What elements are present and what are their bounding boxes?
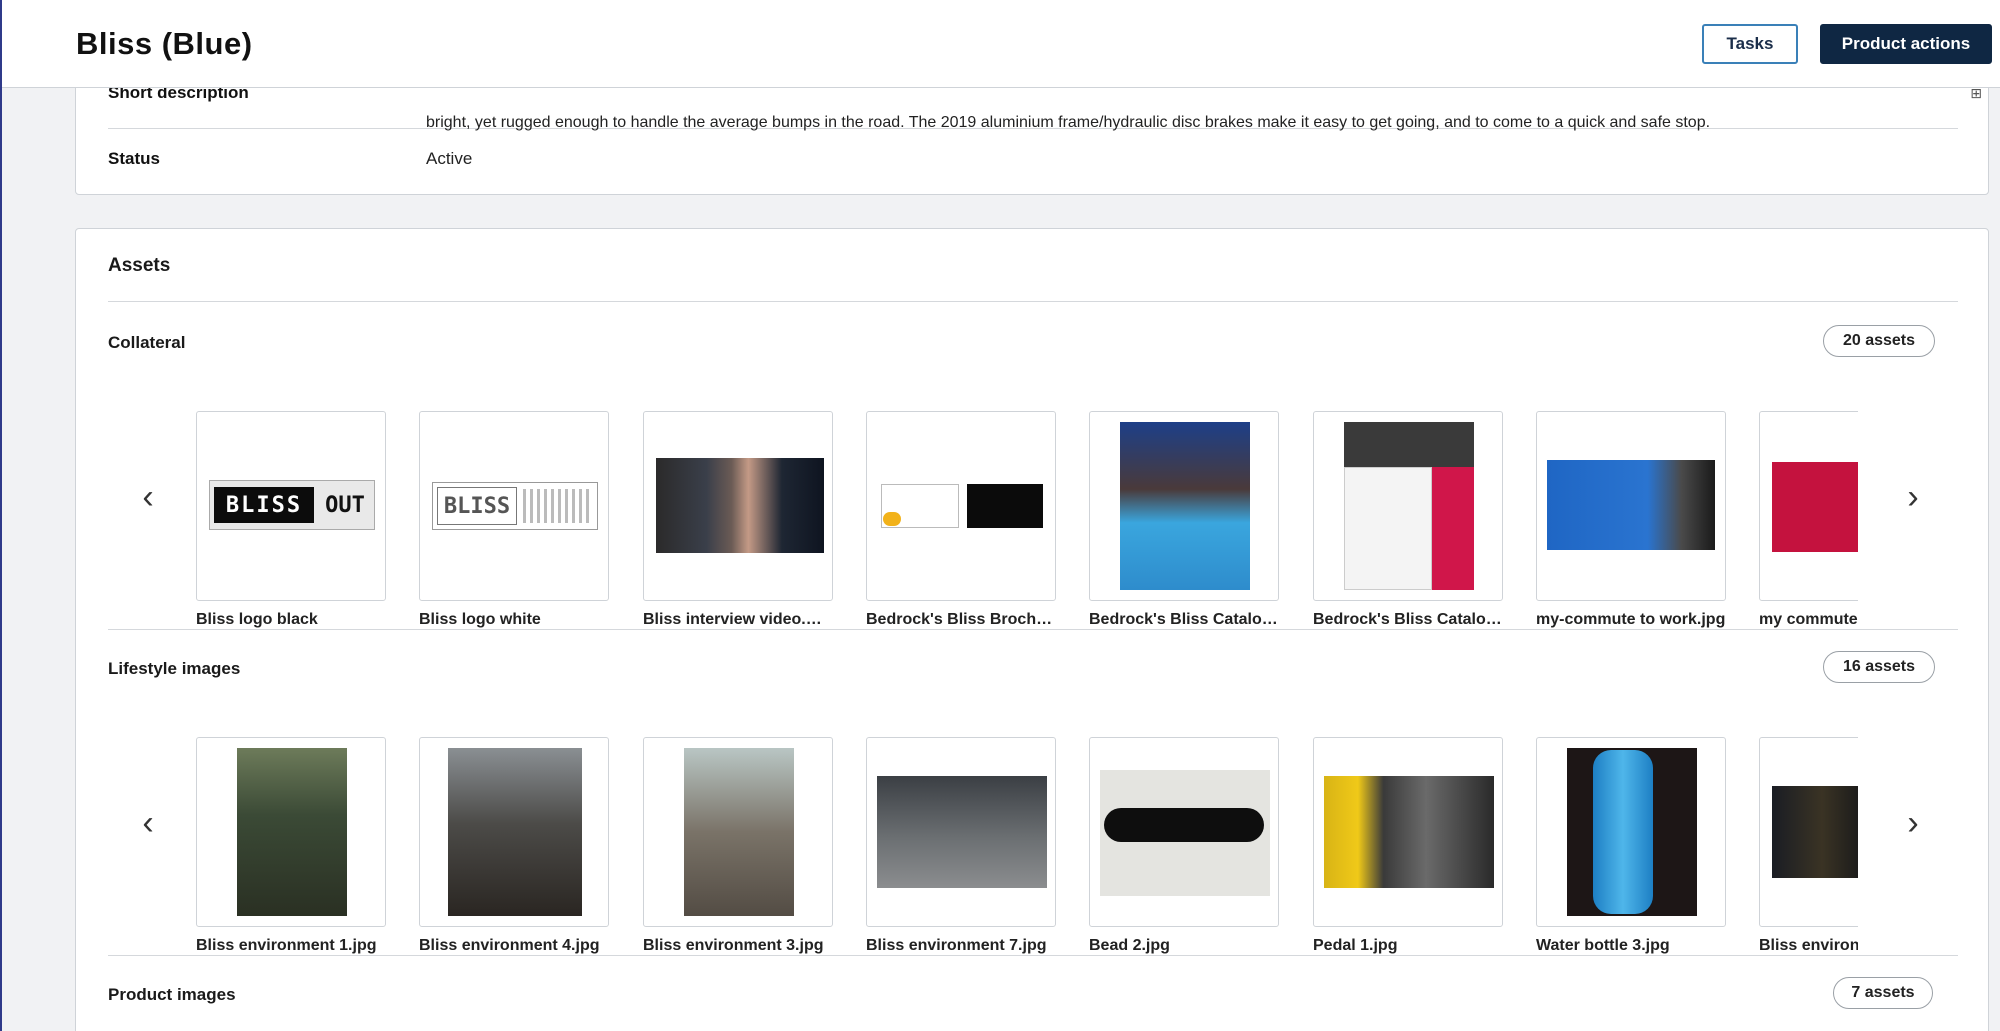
product-images-count-button[interactable]: 7 assets: [1833, 977, 1933, 1009]
lifestyle-count-button[interactable]: 16 assets: [1823, 651, 1935, 683]
chevron-right-icon[interactable]: ›: [1893, 477, 1933, 517]
section-product-images: Product images 7 assets: [76, 977, 1990, 1031]
asset-thumbnail: BLISS: [419, 411, 609, 601]
description-value: bright, yet rugged enough to handle the …: [426, 114, 1711, 131]
asset-name: Bedrock's Bliss Catalogue.pdf: [1089, 611, 1279, 628]
asset-thumbnail: [643, 411, 833, 601]
asset-tile[interactable]: Bliss interview video.mp4: [643, 411, 833, 629]
collateral-count-button[interactable]: 20 assets: [1823, 325, 1935, 357]
divider: [108, 955, 1958, 956]
section-title: Product images: [108, 985, 236, 1004]
asset-thumbnail: [1313, 411, 1503, 601]
asset-name: Bliss environment 4.jpg: [419, 937, 600, 954]
asset-name: Bliss environment 7.jpg: [866, 937, 1047, 954]
asset-tile[interactable]: Bliss environment 1.jpg: [196, 737, 386, 955]
window-edge: [0, 0, 2, 1031]
page-title: Bliss (Blue): [76, 26, 253, 61]
asset-tile[interactable]: Bliss environment: [1759, 737, 1858, 955]
asset-name: Bliss interview video.mp4: [643, 611, 833, 628]
section-lifestyle-images: Lifestyle images 16 assets ‹ › Bliss env…: [76, 651, 1990, 954]
collateral-carousel: BLISS OUT Bliss logo black BLISS Bliss lo…: [196, 411, 1858, 651]
section-collateral: Collateral 20 assets ‹ › BLISS OUT Bliss …: [76, 325, 1990, 628]
asset-thumbnail: [1536, 737, 1726, 927]
asset-tile[interactable]: Bedrock's Bliss Catalogue.pdf: [1313, 411, 1503, 629]
asset-name: Bedrock's Bliss Catalogue.pdf: [1313, 611, 1503, 628]
asset-name: Bliss environment: [1759, 937, 1858, 954]
asset-thumbnail: [1759, 411, 1858, 601]
divider: [108, 629, 1958, 630]
tasks-button[interactable]: Tasks: [1702, 24, 1798, 64]
asset-name: my commute: [1759, 611, 1858, 628]
status-row: Status Active: [108, 149, 1958, 179]
asset-tile[interactable]: Bliss environment 4.jpg: [419, 737, 609, 955]
asset-name: Bliss logo white: [419, 611, 541, 628]
asset-thumbnail: [1536, 411, 1726, 601]
asset-name: Bliss environment 1.jpg: [196, 937, 377, 954]
asset-tile[interactable]: my commute: [1759, 411, 1858, 629]
assets-title: Assets: [108, 255, 171, 276]
chevron-left-icon[interactable]: ‹: [128, 477, 168, 517]
asset-thumbnail: [1313, 737, 1503, 927]
asset-tile[interactable]: BLISS OUT Bliss logo black: [196, 411, 386, 629]
chevron-right-icon[interactable]: ›: [1893, 803, 1933, 843]
assets-card: Assets Collateral 20 assets ‹ › BLISS OUT…: [75, 228, 1989, 1031]
section-title: Lifestyle images: [108, 659, 241, 678]
status-value: Active: [426, 149, 473, 168]
asset-thumbnail: BLISS OUT: [196, 411, 386, 601]
divider: [108, 301, 1958, 302]
asset-name: Bead 2.jpg: [1089, 937, 1170, 954]
asset-tile[interactable]: Water bottle 3.jpg: [1536, 737, 1726, 955]
status-label: Status: [108, 149, 160, 168]
asset-thumbnail: [1759, 737, 1858, 927]
lifestyle-carousel: Bliss environment 1.jpg Bliss environmen…: [196, 737, 1858, 977]
asset-tile[interactable]: my-commute to work.jpg: [1536, 411, 1726, 629]
asset-thumbnail: [1089, 737, 1279, 927]
page-header: Bliss (Blue) Tasks Product actions: [2, 0, 2000, 88]
description-row: Short description bright, yet rugged eno…: [108, 81, 1958, 131]
asset-tile[interactable]: Bedrock's Bliss Catalogue.pdf: [1089, 411, 1279, 629]
asset-tile[interactable]: Bedrock's Bliss Brochure.pdf: [866, 411, 1056, 629]
asset-thumbnail: [1089, 411, 1279, 601]
asset-thumbnail: [866, 737, 1056, 927]
asset-tile[interactable]: BLISS Bliss logo white: [419, 411, 609, 629]
asset-thumbnail: [196, 737, 386, 927]
section-title: Collateral: [108, 333, 186, 352]
asset-tile[interactable]: Bead 2.jpg: [1089, 737, 1279, 955]
chevron-left-icon[interactable]: ‹: [128, 803, 168, 843]
asset-name: Water bottle 3.jpg: [1536, 937, 1670, 954]
asset-tile[interactable]: Bliss environment 3.jpg: [643, 737, 833, 955]
asset-name: my-commute to work.jpg: [1536, 611, 1726, 628]
asset-tile[interactable]: Pedal 1.jpg: [1313, 737, 1503, 955]
asset-name: Pedal 1.jpg: [1313, 937, 1398, 954]
asset-name: Bliss logo black: [196, 611, 318, 628]
asset-tile[interactable]: Bliss environment 7.jpg: [866, 737, 1056, 955]
asset-thumbnail: [419, 737, 609, 927]
asset-thumbnail: [643, 737, 833, 927]
asset-thumbnail: [866, 411, 1056, 601]
asset-name: Bliss environment 3.jpg: [643, 937, 824, 954]
product-actions-button[interactable]: Product actions: [1820, 24, 1992, 64]
asset-name: Bedrock's Bliss Brochure.pdf: [866, 611, 1056, 628]
